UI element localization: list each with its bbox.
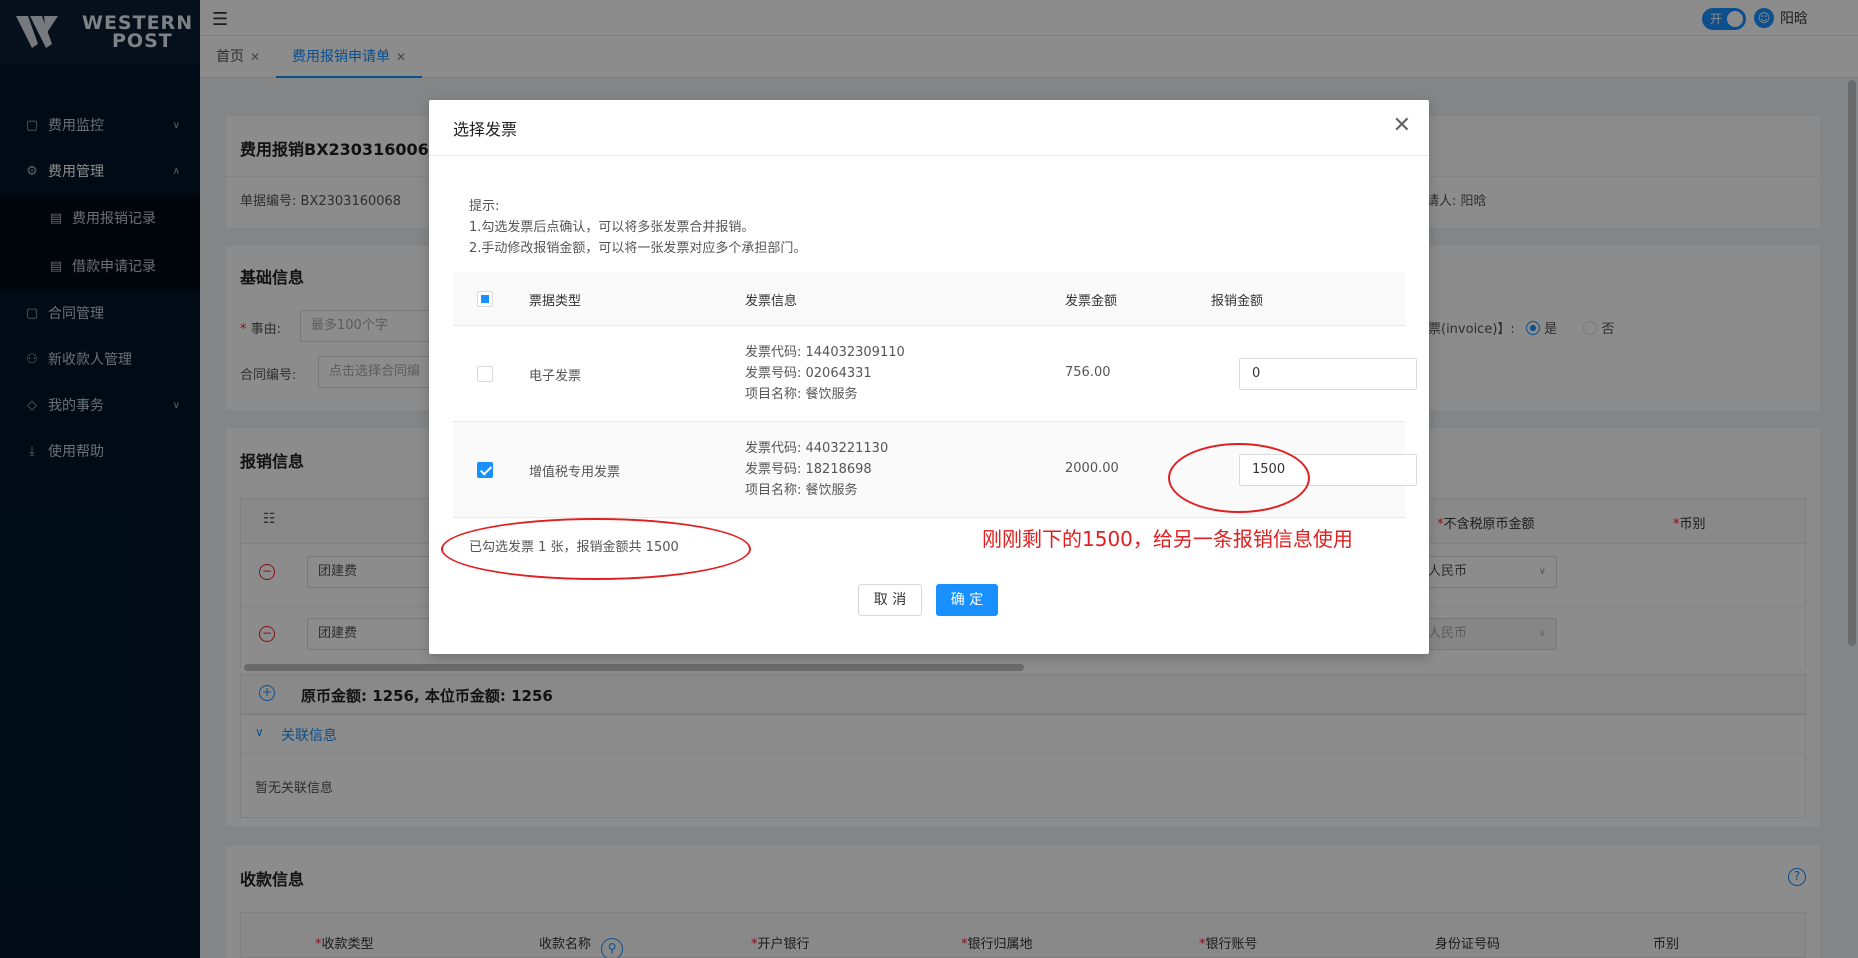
invoice-amount: 756.00 [1065, 365, 1111, 380]
cancel-button[interactable]: 取 消 [858, 584, 922, 616]
modal-title: 选择发票 [453, 119, 518, 139]
annotation-text: 刚刚剩下的1500，给另一条报销信息使用 [982, 527, 1353, 551]
select-invoice-modal: 选择发票 ✕ 提示: 1.勾选发票后点确认，可以将多张发票合并报销。 2.手动修… [429, 100, 1429, 654]
col-invoice-info: 发票信息 [745, 294, 798, 309]
annotation-ellipse-amount [1168, 443, 1310, 513]
invoice-info: 发票代码: 144032309110 发票号码: 02064331 项目名称: … [745, 342, 905, 405]
modal-tips: 提示: 1.勾选发票后点确认，可以将多张发票合并报销。 2.手动修改报销金额，可… [469, 196, 806, 259]
row-checkbox[interactable] [477, 462, 493, 478]
close-icon[interactable]: ✕ [1393, 114, 1411, 138]
invoice-table-header: 票据类型 发票信息 发票金额 报销金额 [453, 272, 1405, 326]
confirm-button[interactable]: 确 定 [936, 584, 998, 616]
invoice-item: 项目名称: 餐饮服务 [745, 387, 858, 402]
modal-header: 选择发票 [429, 100, 1429, 156]
invoice-type: 增值税专用发票 [529, 465, 621, 480]
row-checkbox[interactable] [477, 366, 493, 382]
tips-heading: 提示: [469, 199, 500, 214]
invoice-number: 发票号码: 02064331 [745, 366, 872, 381]
invoice-info: 发票代码: 4403221130 发票号码: 18218698 项目名称: 餐饮… [745, 438, 888, 501]
annotation-ellipse-summary [441, 518, 751, 580]
invoice-item: 项目名称: 餐饮服务 [745, 483, 858, 498]
tip-line: 2.手动修改报销金额，可以将一张发票对应多个承担部门。 [469, 241, 807, 256]
col-invoice-amount: 发票金额 [1065, 294, 1118, 309]
invoice-code: 发票代码: 4403221130 [745, 441, 889, 456]
invoice-code: 发票代码: 144032309110 [745, 345, 905, 360]
reimb-amount-input[interactable]: 0 [1239, 358, 1417, 390]
select-all-checkbox[interactable] [477, 291, 493, 307]
invoice-type: 电子发票 [529, 369, 582, 384]
invoice-number: 发票号码: 18218698 [745, 462, 872, 477]
invoice-amount: 2000.00 [1065, 461, 1119, 476]
col-invoice-type: 票据类型 [529, 294, 582, 309]
tip-line: 1.勾选发票后点确认，可以将多张发票合并报销。 [469, 220, 755, 235]
table-row[interactable]: 电子发票 发票代码: 144032309110 发票号码: 02064331 项… [453, 326, 1417, 422]
col-reimb-amount: 报销金额 [1211, 294, 1264, 309]
